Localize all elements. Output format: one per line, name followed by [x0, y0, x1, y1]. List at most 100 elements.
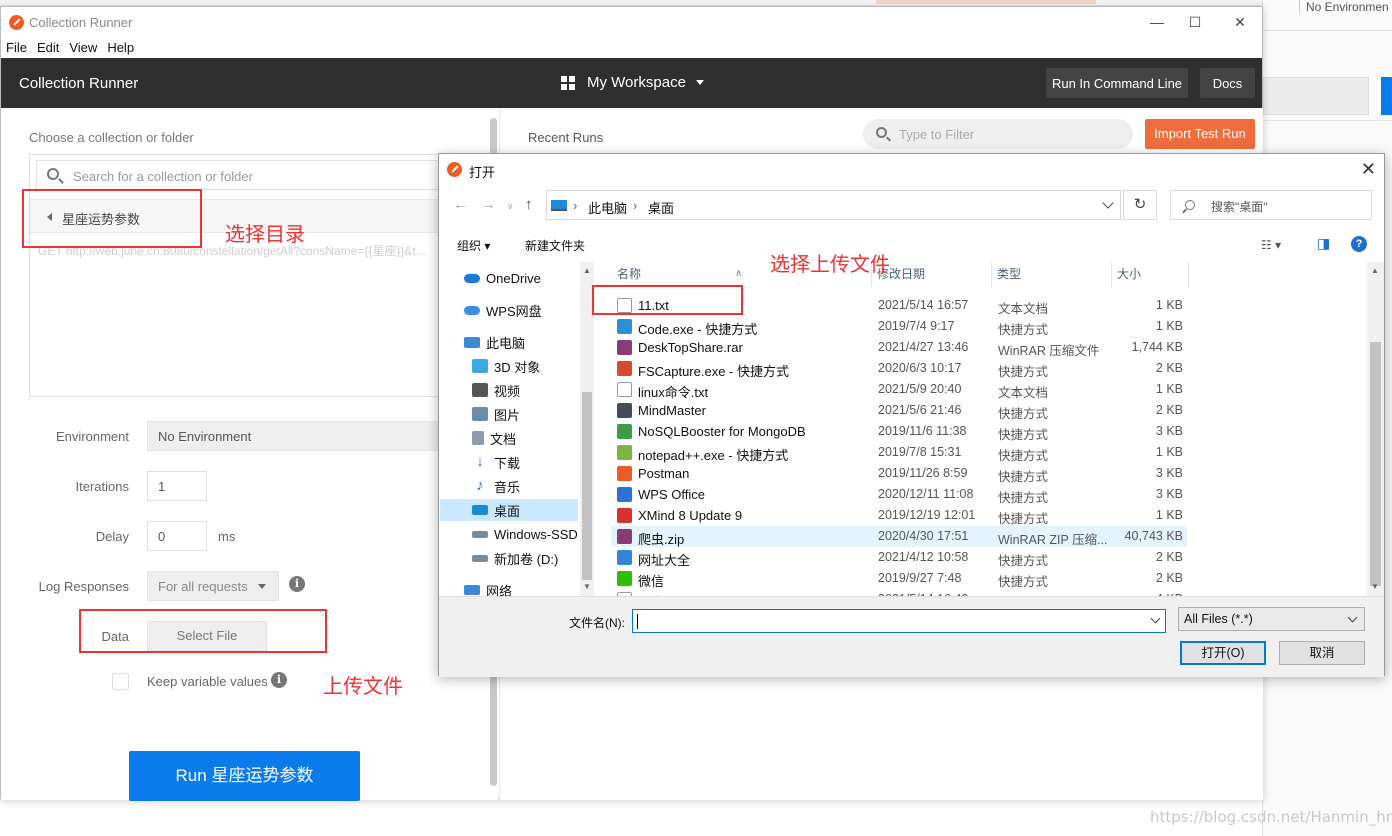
file-row[interactable]: linux命令.txt 2021/5/9 20:40 文本文档 1 KB: [611, 379, 1187, 400]
nav-item-pictures[interactable]: 图片: [472, 403, 594, 425]
chevron-down-icon[interactable]: [1150, 613, 1161, 624]
nosqlbooster-icon: [617, 424, 632, 439]
scrollbar-thumb[interactable]: [1370, 342, 1381, 586]
file-row[interactable]: 星座...2021/5/14 16:42JSON 文件4 KB: [611, 589, 1187, 596]
filename-label: 文件名(N):: [569, 616, 625, 630]
filename-input[interactable]: [632, 609, 1166, 633]
file-row[interactable]: Code.exe - 快捷方式 2019/7/4 9:17 快捷方式 1 KB: [611, 316, 1187, 337]
background-send-button[interactable]: [1381, 77, 1392, 115]
environment-select[interactable]: No Environment: [147, 421, 443, 451]
delay-input[interactable]: 0: [147, 521, 207, 551]
column-separator[interactable]: [1111, 262, 1112, 288]
video-icon: [472, 383, 488, 397]
dialog-title: 打开: [469, 165, 496, 180]
file-row[interactable]: 微信 2019/9/27 7:48 快捷方式 2 KB: [611, 568, 1187, 589]
docs-button[interactable]: Docs: [1200, 68, 1255, 98]
nav-item-desktop[interactable]: 桌面: [440, 499, 578, 521]
nav-item-network[interactable]: 网络: [464, 579, 594, 596]
column-separator[interactable]: [1188, 262, 1189, 288]
column-size[interactable]: 大小: [1117, 265, 1141, 289]
workspace-switcher[interactable]: My Workspace: [561, 74, 704, 91]
menu-view[interactable]: View: [64, 37, 102, 58]
file-row[interactable]: MindMaster 2021/5/6 21:46 快捷方式 2 KB: [611, 400, 1187, 421]
nav-item-music[interactable]: ♪ 音乐: [472, 475, 594, 497]
nav-item-videos[interactable]: 视频: [472, 379, 594, 401]
file-date: 2021/5/6 21:46: [878, 403, 962, 417]
maximize-button[interactable]: ☐: [1172, 7, 1218, 37]
up-arrow-icon[interactable]: ↑: [525, 196, 533, 213]
nav-item-label: 视频: [494, 383, 521, 399]
nav-item-onedrive[interactable]: OneDrive: [464, 267, 594, 289]
help-icon[interactable]: ?: [1351, 236, 1367, 252]
log-responses-select[interactable]: For all requests: [147, 571, 279, 601]
back-arrow-icon[interactable]: ←: [453, 196, 468, 213]
view-options-icon[interactable]: ☷ ▾: [1261, 238, 1281, 252]
scrollbar-thumb[interactable]: [582, 392, 592, 580]
cancel-button[interactable]: 取消: [1279, 641, 1365, 665]
background-environment-select[interactable]: No Environmen: [1299, 0, 1392, 14]
iterations-input[interactable]: 1: [147, 471, 207, 501]
organize-menu[interactable]: 组织 ▾: [457, 237, 490, 254]
nav-item-drive-d[interactable]: 新加卷 (D:): [472, 547, 594, 569]
close-button[interactable]: ✕: [1217, 7, 1263, 37]
dialog-close-button[interactable]: ✕: [1361, 159, 1376, 180]
active-tab-indicator: [876, 0, 1096, 4]
run-collection-button[interactable]: Run 星座运势参数: [129, 751, 360, 801]
file-type: 文本文档: [998, 302, 1049, 316]
scroll-down-icon[interactable]: ▼: [583, 582, 591, 591]
run-in-command-line-button[interactable]: Run In Command Line: [1046, 68, 1188, 98]
forward-arrow-icon[interactable]: →: [481, 196, 496, 213]
file-row[interactable]: 网址大全 2021/4/12 10:58 快捷方式 2 KB: [611, 547, 1187, 568]
menu-help[interactable]: Help: [102, 37, 139, 58]
file-row[interactable]: Postman 2019/11/26 8:59 快捷方式 3 KB: [611, 463, 1187, 484]
chevron-down-icon[interactable]: [1102, 197, 1114, 209]
open-button[interactable]: 打开(O): [1180, 641, 1266, 665]
nav-item-label: 此电脑: [486, 335, 526, 351]
cube-icon: [472, 359, 488, 373]
info-icon[interactable]: i: [271, 672, 287, 688]
import-test-run-button[interactable]: Import Test Run: [1145, 119, 1255, 149]
file-row[interactable]: WPS Office 2020/12/11 11:08 快捷方式 3 KB: [611, 484, 1187, 505]
scrollbar[interactable]: ▲ ▼: [1367, 262, 1384, 596]
file-row[interactable]: NoSQLBooster for MongoDB 2019/11/6 11:38 快…: [611, 421, 1187, 442]
breadcrumb-this-pc[interactable]: 此电脑: [588, 198, 627, 217]
file-row[interactable]: 爬虫.zip 2020/4/30 17:51 WinRAR ZIP 压缩... 40,…: [611, 526, 1187, 547]
delay-label: Delay: [95, 529, 129, 544]
file-row[interactable]: DeskTopShare.rar 2021/4/27 13:46 WinRAR 压缩…: [611, 337, 1187, 358]
background-url-input[interactable]: [1263, 77, 1369, 115]
recent-locations-icon[interactable]: ∨: [507, 201, 514, 212]
nav-item-documents[interactable]: 文档: [472, 427, 594, 449]
scroll-up-icon[interactable]: ▲: [1371, 266, 1379, 275]
column-type[interactable]: 类型: [997, 265, 1021, 289]
filter-input[interactable]: Type to Filter: [863, 119, 1133, 149]
keep-variable-values-checkbox[interactable]: [112, 673, 129, 690]
file-row[interactable]: notepad++.exe - 快捷方式 2019/7/8 15:31 快捷方式 1 …: [611, 442, 1187, 463]
file-type: 快捷方式: [998, 575, 1049, 589]
scroll-down-icon[interactable]: ▼: [1371, 582, 1379, 591]
annotation-select-upload-file: 选择上传文件: [770, 252, 890, 276]
preview-pane-icon[interactable]: ◨: [1317, 235, 1330, 252]
nav-item-3d-objects[interactable]: 3D 对象: [472, 355, 594, 377]
scroll-up-icon[interactable]: ▲: [583, 266, 591, 275]
info-icon[interactable]: i: [289, 576, 305, 592]
dialog-search-input[interactable]: 搜索"桌面": [1170, 190, 1372, 220]
file-date: 2021/5/9 20:40: [878, 382, 962, 396]
breadcrumb-desktop[interactable]: 桌面: [648, 198, 674, 217]
refresh-button[interactable]: ↻: [1123, 190, 1157, 220]
nav-item-wps-drive[interactable]: WPS网盘: [464, 299, 594, 321]
document-icon: [472, 431, 484, 445]
file-name: Postman: [638, 466, 690, 481]
file-row[interactable]: FSCapture.exe - 快捷方式 2020/6/3 10:17 快捷方式 2 …: [611, 358, 1187, 379]
file-row[interactable]: XMind 8 Update 9 2019/12/19 12:01 快捷方式 1 KB: [611, 505, 1187, 526]
menu-edit[interactable]: Edit: [32, 37, 64, 58]
column-separator[interactable]: [991, 262, 992, 288]
nav-item-windows-ssd[interactable]: Windows-SSD: [472, 523, 594, 545]
nav-item-this-pc[interactable]: 此电脑: [464, 331, 594, 353]
address-bar[interactable]: › 此电脑 › 桌面: [546, 190, 1121, 220]
file-type-select[interactable]: All Files (*.*): [1178, 607, 1365, 631]
collection-search-input[interactable]: Search for a collection or folder: [36, 160, 456, 190]
menu-file[interactable]: File: [1, 37, 32, 58]
notepad-icon: [617, 445, 632, 460]
nav-item-downloads[interactable]: ↓ 下载: [472, 451, 594, 473]
new-folder-button[interactable]: 新建文件夹: [525, 237, 585, 254]
